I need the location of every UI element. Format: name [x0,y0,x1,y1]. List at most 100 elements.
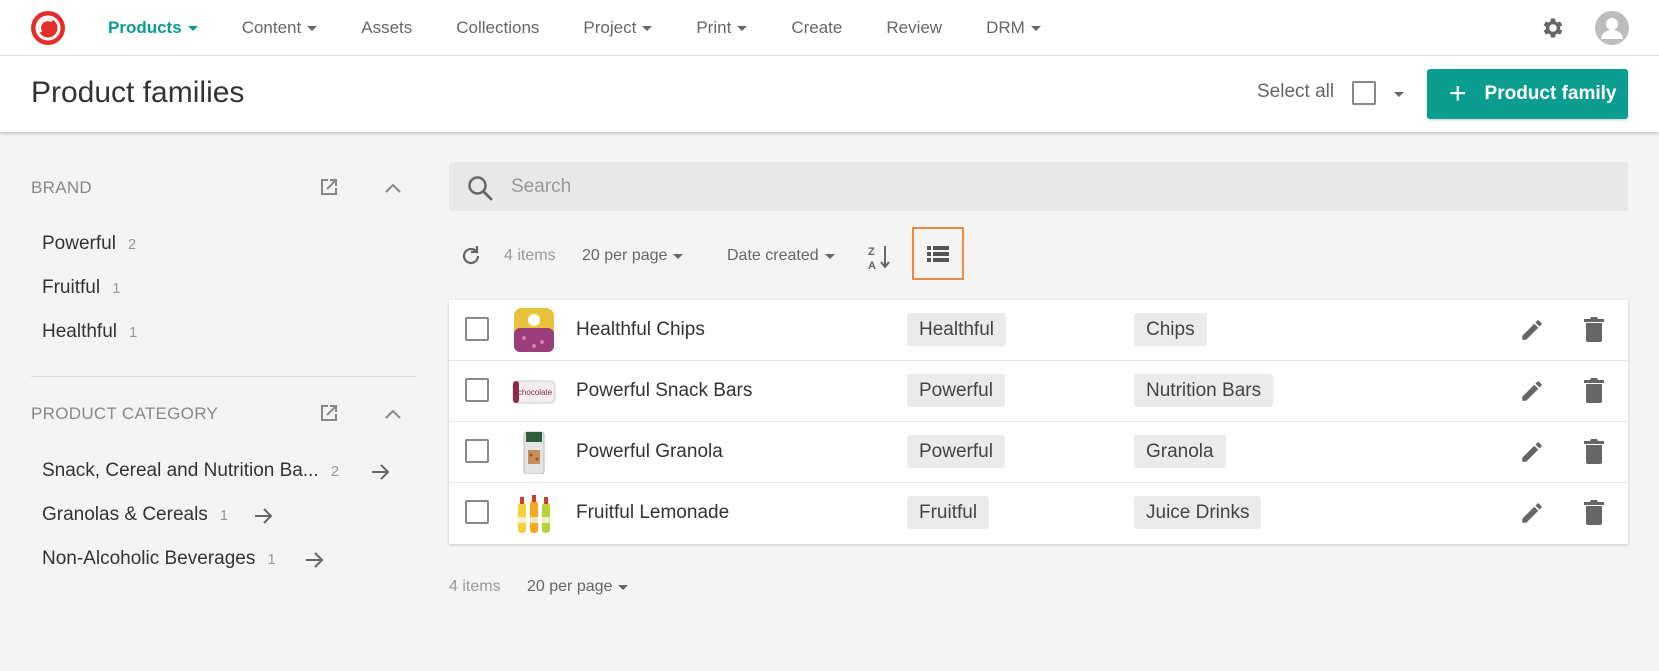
product-family-list: Healthful Chips Healthful Chips chocolat… [449,300,1628,544]
plus-icon: + [1449,77,1467,110]
chevron-down-icon [673,253,684,259]
product-thumbnail: chocolate [512,380,556,404]
facet-divider [31,376,416,377]
chevron-down-icon [737,25,748,31]
category-tag: Nutrition Bars [1134,374,1274,407]
chevron-up-icon[interactable] [384,182,402,194]
facet-category-item[interactable]: Non-Alcoholic Beverages 1 [42,548,276,570]
nav-collections[interactable]: Collections [456,18,539,38]
pencil-icon[interactable] [1519,378,1545,404]
chevron-up-icon[interactable] [384,408,402,420]
per-page-dropdown[interactable]: 20 per page [582,247,684,265]
page-title: Product families [31,76,245,109]
nav-products[interactable]: Products [108,18,198,38]
nav-review[interactable]: Review [886,18,942,38]
open-external-icon[interactable] [317,175,341,199]
select-all-checkbox[interactable] [1352,81,1376,105]
facet-brand-title: BRAND [31,178,93,197]
row-checkbox[interactable] [465,378,489,402]
sort-by-dropdown[interactable]: Date created [727,247,835,265]
arrow-right-icon[interactable] [370,462,392,482]
product-name[interactable]: Powerful Granola [576,441,723,463]
thumbnail-label: chocolate [518,388,553,397]
sitecore-logo-icon[interactable] [30,10,66,46]
facet-brand-item[interactable]: Healthful 1 [42,321,137,343]
add-product-family-button[interactable]: + Product family [1427,69,1628,119]
row-checkbox[interactable] [465,317,489,341]
nav-label: Project [583,18,637,37]
trash-icon[interactable] [1583,377,1605,404]
add-button-label: Product family [1484,83,1617,104]
list-view-icon [927,245,949,262]
brand-tag: Healthful [907,313,1006,346]
trash-icon[interactable] [1583,499,1605,526]
chevron-down-icon [1030,25,1041,31]
product-thumbnail [514,308,554,352]
nav-content[interactable]: Content [242,18,318,38]
select-all-dropdown-icon[interactable] [1394,92,1404,97]
list-view-toggle[interactable] [912,227,964,280]
facet-label: Healthful [42,321,117,342]
table-row[interactable]: Fruitful Lemonade Fruitful Juice Drinks [449,483,1628,544]
nav-label: Print [696,18,732,37]
chevron-down-icon [618,584,629,590]
table-row[interactable]: Powerful Granola Powerful Granola [449,422,1628,483]
pencil-icon[interactable] [1519,500,1545,526]
facet-count: 1 [112,280,121,297]
facet-brand-item[interactable]: Fruitful 1 [42,277,120,299]
facet-label: Fruitful [42,277,101,298]
open-external-icon[interactable] [317,401,341,425]
nav-assets[interactable]: Assets [361,18,412,38]
nav-project[interactable]: Project [583,18,653,38]
refresh-icon[interactable] [460,245,482,267]
nav-drm[interactable]: DRM [986,18,1041,38]
search-bar [449,162,1628,211]
top-navigation: Products Content Assets Collections Proj… [0,0,1659,56]
sort-z-a-icon[interactable]: Z A [868,244,892,270]
trash-icon[interactable] [1583,438,1605,465]
nav-print[interactable]: Print [696,18,748,38]
row-checkbox[interactable] [465,439,489,463]
product-name[interactable]: Powerful Snack Bars [576,380,752,402]
table-row[interactable]: Healthful Chips Healthful Chips [449,300,1628,361]
nav-label: Collections [456,18,540,37]
facet-brand-item[interactable]: Powerful 2 [42,233,136,255]
product-thumbnail [523,431,545,474]
facet-category-item[interactable]: Snack, Cereal and Nutrition Ba... 2 [42,460,339,482]
nav-label: Products [108,18,182,37]
page-header: Product families Select all + Product fa… [0,56,1659,132]
pencil-icon[interactable] [1519,317,1545,343]
nav-label: Review [886,18,943,37]
chevron-down-icon [187,25,198,31]
user-avatar-icon[interactable] [1595,11,1629,45]
arrow-right-icon[interactable] [253,506,275,526]
gear-icon[interactable] [1540,15,1566,41]
product-thumbnail [518,495,550,533]
search-input[interactable] [511,162,1611,211]
category-tag: Granola [1134,435,1226,468]
row-checkbox[interactable] [465,500,489,524]
table-row[interactable]: chocolate Powerful Snack Bars Powerful N… [449,361,1628,422]
facet-category-item[interactable]: Granolas & Cereals 1 [42,504,228,526]
footer-item-count: 4 items [449,578,501,595]
main-menu: Products Content Assets Collections Proj… [108,0,1085,56]
brand-tag: Powerful [907,374,1005,407]
facet-count: 2 [127,236,137,253]
facet-label: Snack, Cereal and Nutrition Ba... [42,460,319,481]
trash-icon[interactable] [1583,316,1605,343]
product-name[interactable]: Fruitful Lemonade [576,502,729,524]
facet-label: Powerful [42,233,116,254]
facet-count: 1 [267,551,276,568]
arrow-right-icon[interactable] [304,550,326,570]
product-name[interactable]: Healthful Chips [576,319,705,341]
chevron-down-icon [642,25,653,31]
svg-text:Z: Z [868,246,875,258]
item-count: 4 items [504,247,556,264]
per-page-label: 20 per page [582,247,668,264]
svg-text:A: A [868,260,876,270]
footer-per-page-dropdown[interactable]: 20 per page [527,578,629,596]
pencil-icon[interactable] [1519,439,1545,465]
facet-category-title: PRODUCT CATEGORY [31,404,219,423]
select-all-label: Select all [1257,81,1335,102]
nav-create[interactable]: Create [791,18,842,38]
